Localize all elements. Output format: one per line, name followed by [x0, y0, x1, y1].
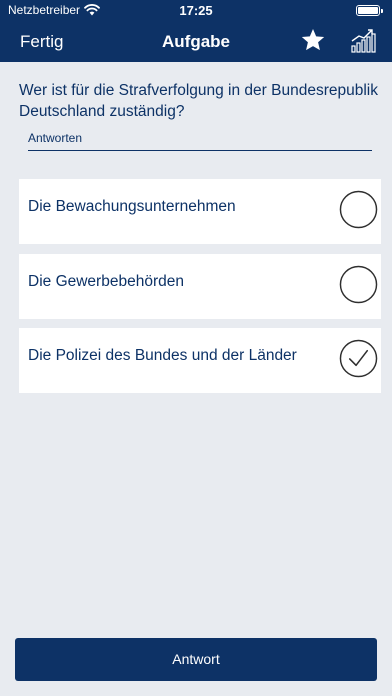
battery-icon — [356, 5, 383, 16]
answer-option-label: Die Polizei des Bundes und der Länder — [28, 347, 297, 364]
status-time: 17:25 — [179, 3, 213, 18]
header: Netzbetreiber 17:25 Fertig Aufgabe — [0, 0, 392, 62]
answer-option-2[interactable]: Die Gewerbebehörden — [19, 254, 381, 319]
star-icon[interactable] — [300, 27, 326, 53]
answers-label: Antworten — [28, 131, 372, 151]
page-title: Aufgabe — [162, 32, 230, 51]
bar-chart-icon[interactable] — [350, 28, 376, 54]
status-bar: Netzbetreiber 17:25 — [0, 0, 392, 20]
answer-option-3[interactable]: Die Polizei des Bundes und der Länder — [19, 328, 381, 393]
radio-circle-icon[interactable] — [339, 190, 378, 229]
checkmark-circle-icon[interactable] — [339, 339, 378, 378]
answer-option-label: Die Bewachungsunternehmen — [28, 198, 236, 215]
answer-option-1[interactable]: Die Bewachungsunternehmen — [19, 179, 381, 244]
nav-bar: Fertig Aufgabe — [0, 20, 392, 62]
question-text: Wer ist für die Strafverfolgung in der B… — [19, 82, 378, 120]
radio-circle-icon[interactable] — [339, 265, 378, 304]
submit-answer-button[interactable]: Antwort — [15, 638, 377, 681]
answer-option-label: Die Gewerbebehörden — [28, 273, 184, 290]
